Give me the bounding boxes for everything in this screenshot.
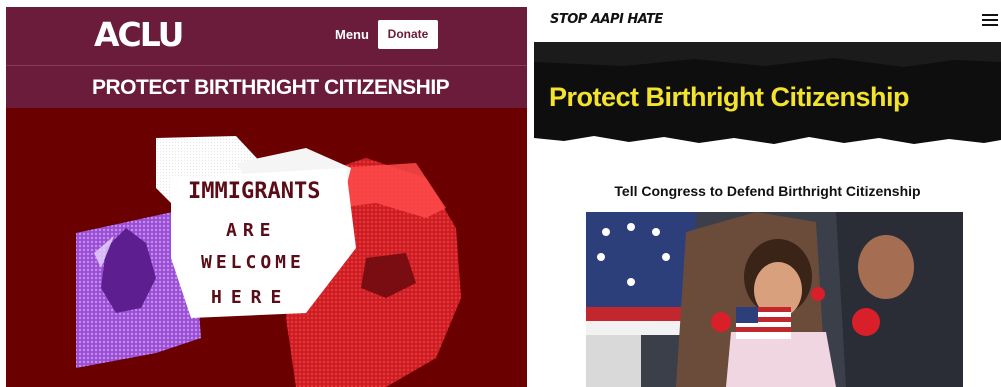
hero-title: Protect Birthright Citizenship: [549, 82, 910, 112]
page-title: PROTECT BIRTHRIGHT CITIZENSHIP: [92, 76, 450, 99]
sign-line-1: IMMIGRANTS: [188, 179, 320, 204]
title-banner: PROTECT BIRTHRIGHT CITIZENSHIP: [6, 66, 527, 108]
menu-link[interactable]: Menu: [335, 27, 369, 42]
site-header: STOP AAPI HATE: [534, 0, 1001, 42]
collage-art: IMMIGRANTS ARE WELCOME HERE: [76, 136, 461, 387]
stop-aapi-hate-page: STOP AAPI HATE Protect Birthright Citize…: [534, 0, 1001, 387]
donate-button[interactable]: Donate: [378, 20, 438, 49]
hero-banner: Protect Birthright Citizenship: [534, 42, 1001, 150]
citizenship-photo: [586, 212, 963, 387]
aclu-header: ACLU Menu Donate: [6, 7, 527, 66]
aclu-page: ACLU Menu Donate PROTECT BIRTHRIGHT CITI…: [6, 7, 527, 387]
sign-line-2: ARE: [226, 220, 277, 241]
stop-aapi-hate-logo[interactable]: STOP AAPI HATE: [550, 12, 663, 27]
hamburger-menu-icon[interactable]: [982, 14, 998, 26]
aclu-logo[interactable]: ACLU: [94, 15, 184, 54]
hero-illustration: IMMIGRANTS ARE WELCOME HERE: [6, 108, 527, 387]
sign-line-3: WELCOME: [201, 252, 305, 273]
subheading: Tell Congress to Defend Birthright Citiz…: [614, 183, 921, 199]
hero-photo: [586, 212, 963, 387]
sign-line-4: HERE: [211, 287, 290, 308]
